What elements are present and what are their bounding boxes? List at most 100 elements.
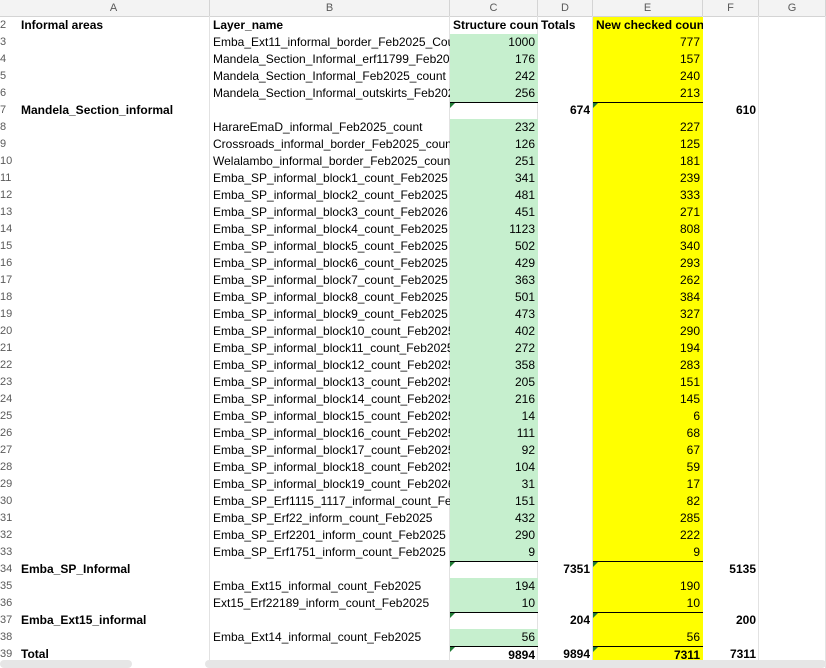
column-header-g[interactable]: G xyxy=(759,0,826,16)
new-checked-count-cell[interactable]: 240 xyxy=(593,68,703,85)
area-cell[interactable] xyxy=(18,595,210,612)
horizontal-scrollbar-right[interactable] xyxy=(205,660,826,668)
totals-cell[interactable] xyxy=(538,68,593,85)
area-cell[interactable] xyxy=(18,136,210,153)
structure-count-cell[interactable]: 216 xyxy=(450,391,538,408)
totals-cell[interactable] xyxy=(538,527,593,544)
layer-name-cell[interactable]: Emba_SP_informal_block2_count_Feb2025 xyxy=(210,187,450,204)
area-cell[interactable] xyxy=(18,476,210,493)
structure-count-cell[interactable]: 341 xyxy=(450,170,538,187)
checked-total-cell[interactable] xyxy=(703,221,759,238)
checked-total-cell[interactable] xyxy=(703,289,759,306)
row-number[interactable]: 14 xyxy=(0,221,18,238)
checked-total-cell[interactable] xyxy=(703,629,759,646)
area-cell[interactable] xyxy=(18,51,210,68)
totals-cell[interactable] xyxy=(538,34,593,51)
totals-cell[interactable] xyxy=(538,221,593,238)
checked-total-cell[interactable] xyxy=(703,391,759,408)
layer-name-cell[interactable] xyxy=(210,612,450,629)
layer-name-cell[interactable]: Emba_Ext11_informal_border_Feb2025_Count xyxy=(210,34,450,51)
area-cell[interactable] xyxy=(18,255,210,272)
totals-cell[interactable] xyxy=(538,136,593,153)
row-number[interactable]: 27 xyxy=(0,442,18,459)
row-number[interactable]: 4 xyxy=(0,51,18,68)
checked-total-cell[interactable] xyxy=(703,459,759,476)
totals-cell[interactable] xyxy=(538,374,593,391)
layer-name-cell[interactable]: HarareEmaD_informal_Feb2025_count xyxy=(210,119,450,136)
new-checked-count-cell[interactable]: 6 xyxy=(593,408,703,425)
row-number[interactable]: 29 xyxy=(0,476,18,493)
layer-name-cell[interactable]: Emba_SP_informal_block3_count_Feb2026 xyxy=(210,204,450,221)
area-total-value[interactable]: 7351 xyxy=(538,561,593,578)
area-cell[interactable] xyxy=(18,323,210,340)
area-cell[interactable] xyxy=(18,238,210,255)
area-checked-total-value[interactable]: 200 xyxy=(703,612,759,629)
structure-count-cell[interactable]: 451 xyxy=(450,204,538,221)
new-checked-count-cell[interactable]: 56 xyxy=(593,629,703,646)
structure-count-cell[interactable]: 363 xyxy=(450,272,538,289)
row-number[interactable]: 24 xyxy=(0,391,18,408)
checked-total-cell[interactable] xyxy=(703,442,759,459)
new-checked-count-cell[interactable]: 125 xyxy=(593,136,703,153)
layer-name-cell[interactable]: Emba_SP_informal_block1_count_Feb2025 xyxy=(210,170,450,187)
layer-name-cell[interactable]: Emba_SP_informal_block12_count_Feb2025 xyxy=(210,357,450,374)
totals-cell[interactable] xyxy=(538,459,593,476)
totals-cell[interactable] xyxy=(538,272,593,289)
layer-name-cell[interactable]: Emba_SP_informal_block9_count_Feb2025 xyxy=(210,306,450,323)
row-number[interactable]: 28 xyxy=(0,459,18,476)
totals-cell[interactable] xyxy=(538,425,593,442)
checked-total-cell[interactable] xyxy=(703,170,759,187)
structure-count-cell[interactable]: 502 xyxy=(450,238,538,255)
area-cell[interactable] xyxy=(18,374,210,391)
layer-name-cell[interactable]: Emba_SP_informal_block4_count_Feb2025 xyxy=(210,221,450,238)
checked-total-cell[interactable] xyxy=(703,306,759,323)
new-checked-count-cell[interactable]: 227 xyxy=(593,119,703,136)
area-cell[interactable] xyxy=(18,340,210,357)
layer-name-cell[interactable]: Emba_SP_informal_block6_count_Feb2025 xyxy=(210,255,450,272)
checked-total-cell[interactable] xyxy=(703,136,759,153)
totals-cell[interactable] xyxy=(538,238,593,255)
checked-total-cell[interactable] xyxy=(703,425,759,442)
new-checked-count-cell[interactable]: 190 xyxy=(593,578,703,595)
totals-cell[interactable] xyxy=(538,595,593,612)
horizontal-scrollbar-left[interactable] xyxy=(0,660,132,668)
area-cell[interactable] xyxy=(18,442,210,459)
layer-name-cell[interactable]: Emba_SP_informal_block8_count_Feb2025 xyxy=(210,289,450,306)
structure-count-cell[interactable]: 92 xyxy=(450,442,538,459)
layer-name-cell[interactable]: Emba_SP_informal_block15_count_Feb2025 xyxy=(210,408,450,425)
area-total-value[interactable]: 674 xyxy=(538,102,593,119)
structure-count-cell[interactable]: 232 xyxy=(450,119,538,136)
area-cell[interactable] xyxy=(18,85,210,102)
row-number[interactable]: 33 xyxy=(0,544,18,561)
layer-name-cell[interactable]: Emba_SP_informal_block19_count_Feb2026 xyxy=(210,476,450,493)
layer-name-cell[interactable]: Emba_SP_informal_block17_count_Feb2025 xyxy=(210,442,450,459)
structure-count-cell[interactable]: 429 xyxy=(450,255,538,272)
layer-name-cell[interactable]: Emba_SP_Erf1115_1117_informal_count_Feb2… xyxy=(210,493,450,510)
totals-cell[interactable] xyxy=(538,85,593,102)
structure-count-cell[interactable]: 56 xyxy=(450,629,538,646)
new-checked-count-cell[interactable]: 285 xyxy=(593,510,703,527)
checked-total-cell[interactable] xyxy=(703,34,759,51)
row-number[interactable]: 6 xyxy=(0,85,18,102)
area-total-label[interactable]: Emba_SP_Informal xyxy=(18,561,210,578)
structure-count-cell[interactable]: 176 xyxy=(450,51,538,68)
checked-total-cell[interactable] xyxy=(703,544,759,561)
checked-total-cell[interactable] xyxy=(703,238,759,255)
layer-name-cell[interactable]: Emba_SP_informal_block13_count_Feb2025 xyxy=(210,374,450,391)
totals-cell[interactable] xyxy=(538,255,593,272)
checked-total-cell[interactable] xyxy=(703,323,759,340)
structure-count-cell[interactable]: 126 xyxy=(450,136,538,153)
area-cell[interactable] xyxy=(18,170,210,187)
structure-count-cell[interactable]: 432 xyxy=(450,510,538,527)
checked-total-cell[interactable] xyxy=(703,493,759,510)
new-checked-count-cell[interactable] xyxy=(593,102,703,119)
area-cell[interactable] xyxy=(18,493,210,510)
checked-total-cell[interactable] xyxy=(703,510,759,527)
totals-cell[interactable] xyxy=(538,629,593,646)
area-cell[interactable] xyxy=(18,289,210,306)
header-structure-count[interactable]: Structure count xyxy=(450,17,538,34)
new-checked-count-cell[interactable]: 222 xyxy=(593,527,703,544)
area-cell[interactable] xyxy=(18,527,210,544)
area-cell[interactable] xyxy=(18,68,210,85)
new-checked-count-cell[interactable] xyxy=(593,561,703,578)
